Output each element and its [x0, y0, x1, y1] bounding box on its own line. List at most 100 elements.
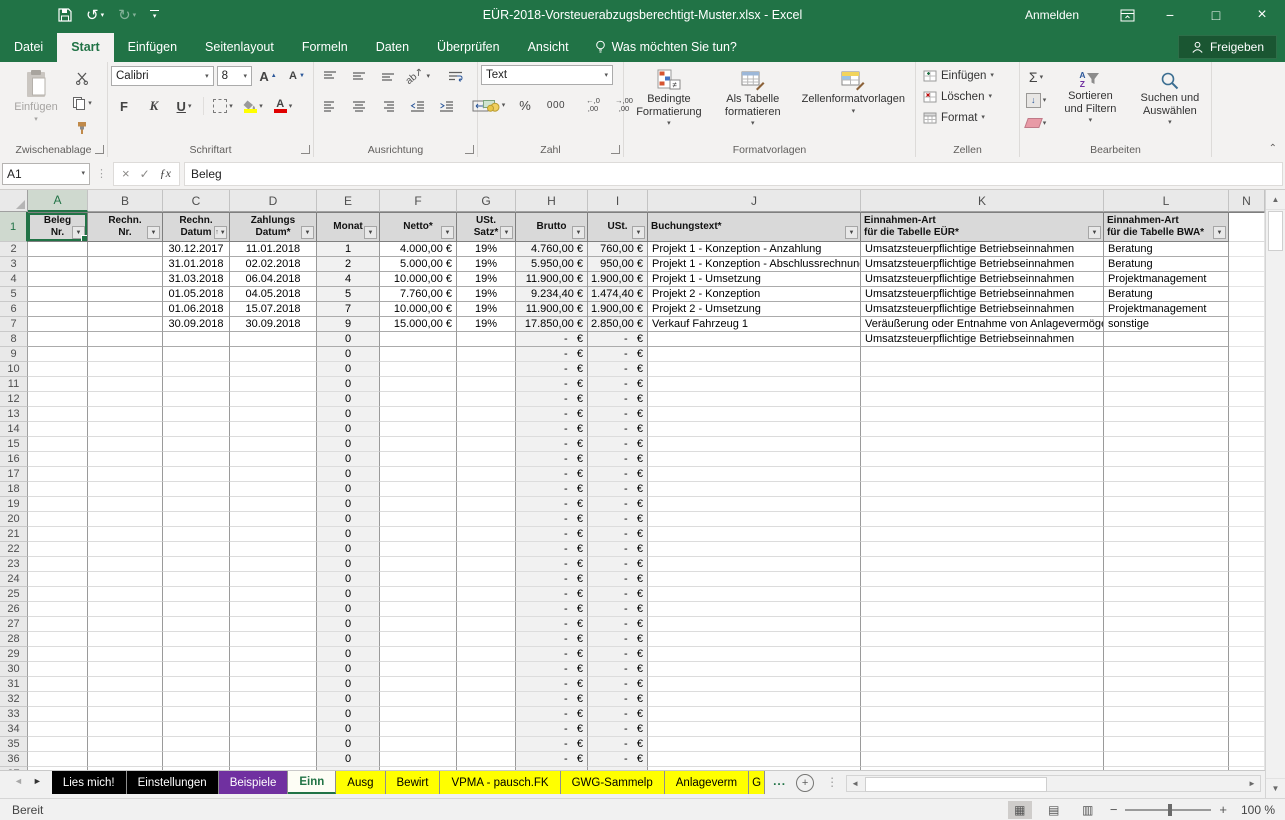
- cell-D8[interactable]: [230, 332, 317, 347]
- cell-E2[interactable]: 1: [317, 242, 380, 257]
- row-header-36[interactable]: 36: [0, 752, 28, 767]
- cell-G29[interactable]: [457, 647, 516, 662]
- cell-G33[interactable]: [457, 707, 516, 722]
- cell-I14[interactable]: - €: [588, 422, 648, 437]
- cell-A34[interactable]: [28, 722, 88, 737]
- cell-J4[interactable]: Projekt 1 - Umsetzung: [648, 272, 861, 287]
- cell-C4[interactable]: 31.03.2018: [163, 272, 230, 287]
- align-top-button[interactable]: [317, 65, 343, 87]
- vertical-scrollbar[interactable]: ▲ ▼: [1265, 190, 1285, 798]
- cell-J2[interactable]: Projekt 1 - Konzeption - Anzahlung: [648, 242, 861, 257]
- cell-G22[interactable]: [457, 542, 516, 557]
- cell-G23[interactable]: [457, 557, 516, 572]
- cell-H6[interactable]: 11.900,00 €: [516, 302, 588, 317]
- cell-K3[interactable]: Umsatzsteuerpflichtige Betriebseinnahmen: [861, 257, 1104, 272]
- row-header-24[interactable]: 24: [0, 572, 28, 587]
- cell-L32[interactable]: [1104, 692, 1229, 707]
- column-header-J[interactable]: J: [648, 190, 861, 212]
- font-color-button[interactable]: A ▾: [270, 95, 296, 117]
- cell-N8[interactable]: [1229, 332, 1265, 347]
- cell-J9[interactable]: [648, 347, 861, 362]
- cell-C20[interactable]: [163, 512, 230, 527]
- cell-F31[interactable]: [380, 677, 457, 692]
- cell-I13[interactable]: - €: [588, 407, 648, 422]
- cell-D6[interactable]: 15.07.2018: [230, 302, 317, 317]
- cell-N36[interactable]: [1229, 752, 1265, 767]
- cell-A18[interactable]: [28, 482, 88, 497]
- cell-L22[interactable]: [1104, 542, 1229, 557]
- column-header-A[interactable]: A: [28, 190, 88, 212]
- cell-B36[interactable]: [88, 752, 163, 767]
- cell-B26[interactable]: [88, 602, 163, 617]
- cell-K11[interactable]: [861, 377, 1104, 392]
- cell-L14[interactable]: [1104, 422, 1229, 437]
- select-all-button[interactable]: [0, 190, 28, 212]
- cell-K8[interactable]: Umsatzsteuerpflichtige Betriebseinnahmen: [861, 332, 1104, 347]
- cell-H23[interactable]: - €: [516, 557, 588, 572]
- grow-font-button[interactable]: A▲: [255, 65, 281, 87]
- row-header-10[interactable]: 10: [0, 362, 28, 377]
- cell-G26[interactable]: [457, 602, 516, 617]
- cell-D11[interactable]: [230, 377, 317, 392]
- cell-C27[interactable]: [163, 617, 230, 632]
- cell-G9[interactable]: [457, 347, 516, 362]
- cell-G25[interactable]: [457, 587, 516, 602]
- cell-H8[interactable]: - €: [516, 332, 588, 347]
- cell-A8[interactable]: [28, 332, 88, 347]
- cell-J24[interactable]: [648, 572, 861, 587]
- row-header-14[interactable]: 14: [0, 422, 28, 437]
- cell-D20[interactable]: [230, 512, 317, 527]
- cell-D5[interactable]: 04.05.2018: [230, 287, 317, 302]
- cell-B11[interactable]: [88, 377, 163, 392]
- cell-G11[interactable]: [457, 377, 516, 392]
- cell-D26[interactable]: [230, 602, 317, 617]
- cell-G17[interactable]: [457, 467, 516, 482]
- filter-button-K[interactable]: ▼: [1088, 226, 1101, 239]
- cell-B5[interactable]: [88, 287, 163, 302]
- cell-H16[interactable]: - €: [516, 452, 588, 467]
- cell-G8[interactable]: [457, 332, 516, 347]
- formula-bar-splitter[interactable]: ⋮: [96, 167, 107, 180]
- cell-I7[interactable]: 2.850,00 €: [588, 317, 648, 332]
- cell-G20[interactable]: [457, 512, 516, 527]
- cell-F14[interactable]: [380, 422, 457, 437]
- cell-L24[interactable]: [1104, 572, 1229, 587]
- cell-F10[interactable]: [380, 362, 457, 377]
- cell-D22[interactable]: [230, 542, 317, 557]
- cell-G28[interactable]: [457, 632, 516, 647]
- cell-F15[interactable]: [380, 437, 457, 452]
- cell-A26[interactable]: [28, 602, 88, 617]
- cell-A12[interactable]: [28, 392, 88, 407]
- cell-H27[interactable]: - €: [516, 617, 588, 632]
- cell-I30[interactable]: - €: [588, 662, 648, 677]
- cell-C13[interactable]: [163, 407, 230, 422]
- cell-F25[interactable]: [380, 587, 457, 602]
- cell-E6[interactable]: 7: [317, 302, 380, 317]
- cell-E31[interactable]: 0: [317, 677, 380, 692]
- cell-L19[interactable]: [1104, 497, 1229, 512]
- cell-K17[interactable]: [861, 467, 1104, 482]
- cell-F19[interactable]: [380, 497, 457, 512]
- header-cell-K[interactable]: Einnahmen-Artfür die Tabelle EÜR*▼: [861, 212, 1104, 242]
- scroll-down-arrow[interactable]: ▼: [1266, 778, 1285, 798]
- cell-N12[interactable]: [1229, 392, 1265, 407]
- cell-C31[interactable]: [163, 677, 230, 692]
- selected-cell-A1[interactable]: BelegNr.▼: [28, 212, 88, 242]
- cell-B15[interactable]: [88, 437, 163, 452]
- previous-sheet-arrow[interactable]: ◄: [14, 776, 23, 786]
- cell-H5[interactable]: 9.234,40 €: [516, 287, 588, 302]
- wrap-text-button[interactable]: [442, 65, 468, 87]
- column-header-G[interactable]: G: [457, 190, 516, 212]
- cell-G21[interactable]: [457, 527, 516, 542]
- sheet-tab-gwg-sammelp[interactable]: GWG-Sammelp: [561, 771, 665, 794]
- row-header-34[interactable]: 34: [0, 722, 28, 737]
- cell-C8[interactable]: [163, 332, 230, 347]
- cell-C34[interactable]: [163, 722, 230, 737]
- cell-G18[interactable]: [457, 482, 516, 497]
- cell-C10[interactable]: [163, 362, 230, 377]
- orientation-button[interactable]: ab↗▾: [404, 65, 431, 87]
- cell-A9[interactable]: [28, 347, 88, 362]
- cell-K5[interactable]: Umsatzsteuerpflichtige Betriebseinnahmen: [861, 287, 1104, 302]
- cell-F6[interactable]: 10.000,00 €: [380, 302, 457, 317]
- row-header-19[interactable]: 19: [0, 497, 28, 512]
